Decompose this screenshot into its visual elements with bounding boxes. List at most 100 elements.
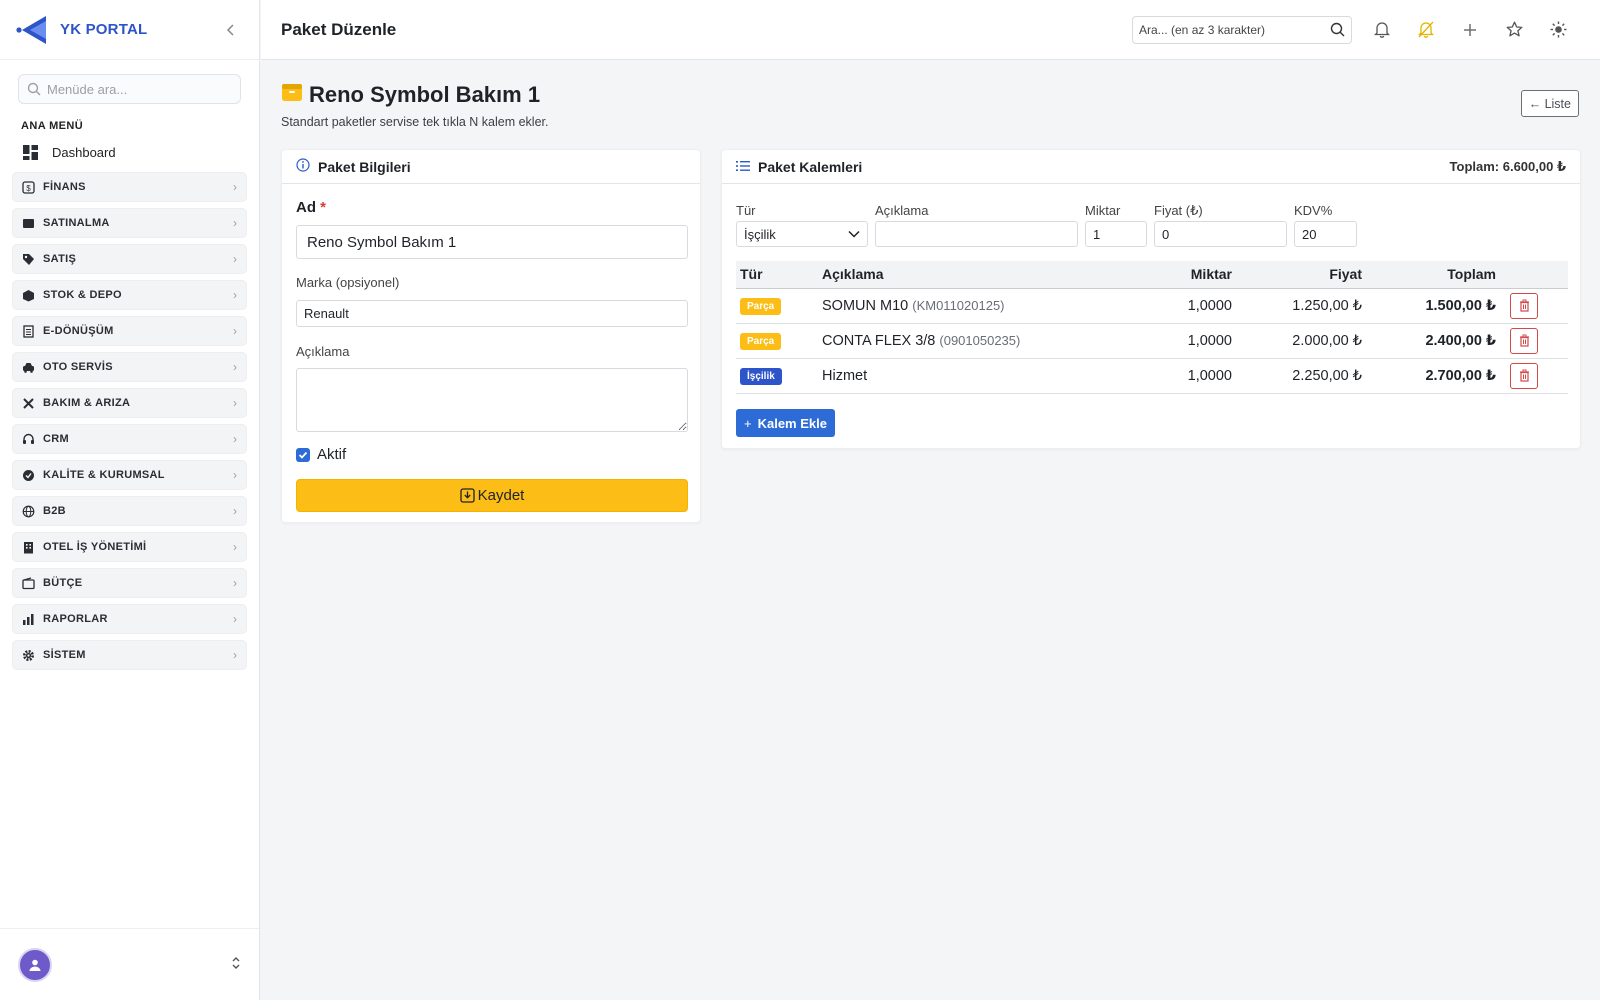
card-header: Paket Bilgileri: [282, 150, 700, 184]
delete-item-button[interactable]: [1510, 327, 1538, 354]
add-button[interactable]: [1448, 14, 1492, 46]
items-table: Tür Açıklama Miktar Fiyat Toplam Parça S…: [736, 261, 1568, 394]
bell-off-icon: [1418, 21, 1434, 38]
item-price: 1.250,00 ₺: [1236, 288, 1366, 324]
add-item-button[interactable]: + Kalem Ekle: [736, 409, 835, 437]
sidebar-item-finans[interactable]: $ FİNANS ›: [12, 172, 247, 202]
sidebar-item-crm[interactable]: CRM ›: [12, 424, 247, 454]
list-icon: [736, 159, 750, 175]
items-total: Toplam: 6.600,00 ₺: [1449, 158, 1566, 174]
item-code: (KM011020125): [912, 297, 1005, 313]
brand-field[interactable]: [296, 300, 688, 327]
dashboard-icon: [23, 144, 38, 160]
delete-item-button[interactable]: [1510, 362, 1538, 389]
item-price: 2.250,00 ₺: [1236, 358, 1366, 394]
collapse-sidebar-button[interactable]: [219, 18, 243, 42]
item-price: 2.000,00 ₺: [1236, 323, 1366, 359]
menu-search-input[interactable]: [47, 81, 227, 97]
sidebar-item-dashboard[interactable]: Dashboard: [23, 142, 259, 162]
mute-notifications-button[interactable]: [1404, 14, 1448, 46]
document-icon: [23, 324, 34, 338]
sidebar-item-bakim-ariza[interactable]: BAKIM & ARIZA ›: [12, 388, 247, 418]
save-button[interactable]: Kaydet: [296, 479, 688, 512]
globe-icon: [22, 505, 35, 517]
active-checkbox[interactable]: [296, 447, 310, 462]
name-field[interactable]: [296, 225, 688, 259]
item-total: 2.400,00 ₺: [1366, 323, 1500, 359]
sidebar-item-label: SİSTEM: [43, 649, 86, 661]
package-info-card: Paket Bilgileri Ad * Marka (opsiyonel) A…: [281, 149, 701, 523]
sidebar-item-oto-servis[interactable]: OTO SERVİS ›: [12, 352, 247, 382]
column-header: Miktar: [1116, 261, 1236, 289]
type-label: Tür: [736, 203, 756, 218]
chevron-down-icon: [848, 230, 860, 238]
box-icon: [23, 289, 34, 301]
type-select[interactable]: İşçilik: [736, 221, 868, 247]
building-icon: [24, 541, 33, 553]
page-title: Reno Symbol Bakım 1: [309, 82, 541, 107]
global-search-input[interactable]: [1139, 22, 1330, 37]
sidebar-item-butce[interactable]: BÜTÇE ›: [12, 568, 247, 598]
item-description-label: Açıklama: [875, 203, 929, 218]
page-header-title: Paket Düzenle: [281, 19, 397, 39]
search-icon[interactable]: [1330, 22, 1345, 37]
sidebar-item-raporlar[interactable]: RAPORLAR ›: [12, 604, 247, 634]
sidebar-item-b2b[interactable]: B2B ›: [12, 496, 247, 526]
active-checkbox-row[interactable]: Aktif: [296, 446, 346, 463]
brand-logo-icon[interactable]: [16, 13, 50, 47]
required-mark: *: [320, 199, 327, 216]
brand: YK PORTAL: [0, 0, 259, 60]
sidebar-item-otel[interactable]: OTEL İŞ YÖNETİMİ ›: [12, 532, 247, 562]
item-description: Hizmet: [822, 367, 868, 384]
headset-icon: [23, 433, 34, 444]
sidebar-item-label: SATINALMA: [43, 217, 110, 229]
expand-collapse-icon[interactable]: [231, 956, 241, 973]
card-title: Paket Kalemleri: [758, 158, 863, 175]
table-row: Parça SOMUN M10 (KM011020125) 1,0000 1.2…: [736, 288, 1568, 324]
theme-toggle-button[interactable]: [1536, 14, 1580, 46]
column-header: Açıklama: [818, 261, 1116, 289]
item-quantity: 1,0000: [1116, 288, 1236, 324]
favorites-button[interactable]: [1492, 14, 1536, 46]
price-label: Fiyat (₺): [1154, 203, 1203, 218]
card-header: Paket Kalemleri Toplam: 6.600,00 ₺: [722, 150, 1580, 184]
vat-field[interactable]: [1294, 221, 1357, 247]
wallet-icon: [22, 576, 35, 589]
finance-icon: $: [22, 180, 35, 194]
brand-name[interactable]: YK PORTAL: [60, 21, 147, 38]
card-title: Paket Bilgileri: [318, 158, 411, 175]
menu-search[interactable]: [18, 74, 241, 104]
trash-icon: [1519, 299, 1529, 312]
sun-icon: [1550, 21, 1566, 38]
notifications-button[interactable]: [1360, 14, 1404, 46]
table-header-row: Tür Açıklama Miktar Fiyat Toplam: [736, 261, 1568, 289]
chevron-right-icon: ›: [233, 432, 237, 446]
sidebar-item-satinalma[interactable]: SATINALMA ›: [12, 208, 247, 238]
item-description-field[interactable]: [875, 221, 1078, 247]
delete-item-button[interactable]: [1510, 292, 1538, 319]
cart-icon: [23, 218, 34, 228]
back-to-list-button[interactable]: ← Liste: [1520, 90, 1579, 117]
sidebar-item-kalite-kurumsal[interactable]: KALİTE & KURUMSAL ›: [12, 460, 247, 490]
plus-icon: [1464, 23, 1476, 36]
description-field[interactable]: [296, 368, 688, 432]
sidebar-item-sistem[interactable]: SİSTEM ›: [12, 640, 247, 670]
quantity-label: Miktar: [1085, 203, 1121, 218]
chevron-right-icon: ›: [233, 612, 237, 626]
save-button-label: Kaydet: [477, 487, 525, 504]
item-total: 1.500,00 ₺: [1366, 288, 1500, 324]
star-icon: [1506, 21, 1522, 37]
price-field[interactable]: [1154, 221, 1287, 247]
quantity-field[interactable]: [1085, 221, 1147, 247]
sidebar-item-satis[interactable]: SATIŞ ›: [12, 244, 247, 274]
tag-icon: [23, 253, 34, 265]
chevron-right-icon: ›: [233, 216, 237, 230]
column-header-actions: [1500, 261, 1568, 289]
car-icon: [23, 362, 34, 373]
sidebar-item-e-donusum[interactable]: E-DÖNÜŞÜM ›: [12, 316, 247, 346]
chevron-left-icon: [226, 23, 234, 36]
sidebar-item-stok-depo[interactable]: STOK & DEPO ›: [12, 280, 247, 310]
avatar[interactable]: [18, 947, 52, 982]
sidebar: YK PORTAL ANA MENÜ Dashboard $ FİNANS › …: [0, 0, 260, 1000]
global-search[interactable]: [1132, 15, 1352, 44]
